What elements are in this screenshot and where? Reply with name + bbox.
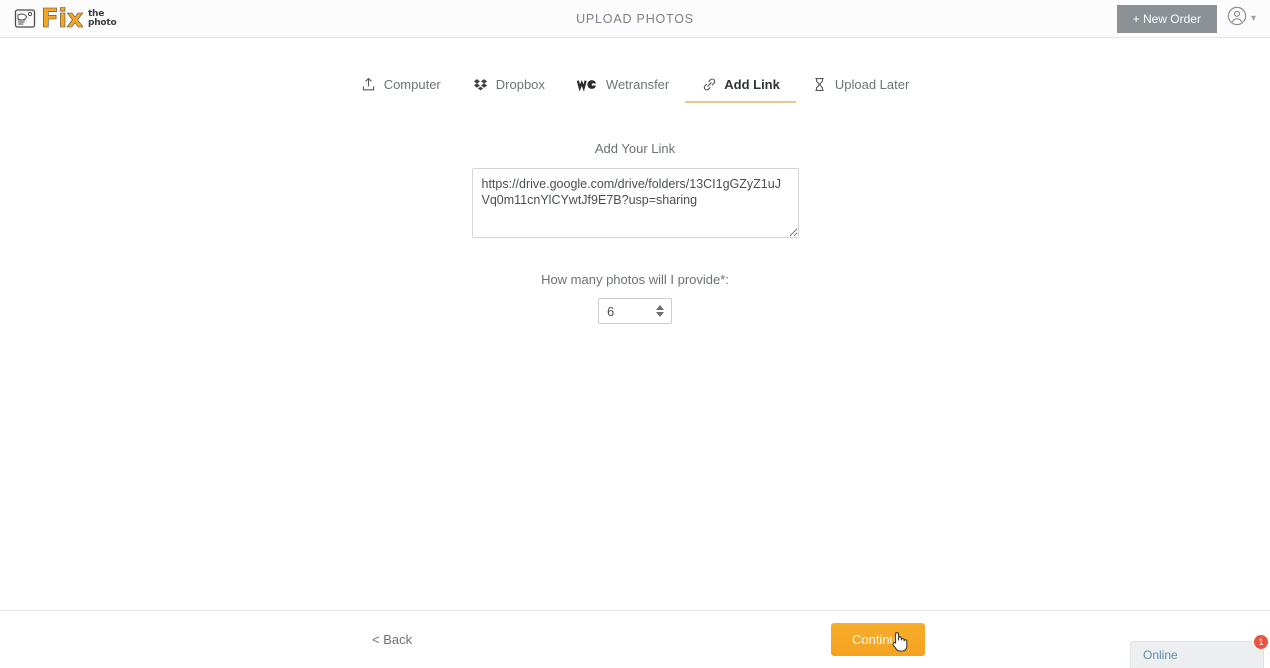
stepper-down-icon[interactable] — [656, 312, 664, 317]
app-header: Fix the photo UPLOAD PHOTOS + New Order … — [0, 0, 1270, 38]
page-title: UPLOAD PHOTOS — [576, 11, 694, 26]
link-field-label: Add Your Link — [594, 141, 676, 156]
continue-button[interactable]: Continue — [831, 623, 925, 656]
link-input[interactable] — [471, 168, 799, 238]
logo-subtext-line2: photo — [87, 18, 117, 28]
user-avatar-icon — [1227, 6, 1247, 31]
header-actions: + New Order ▾ — [1116, 4, 1256, 33]
tab-wetransfer-label: Wetransfer — [605, 76, 670, 92]
tab-upload-later[interactable]: Upload Later — [796, 70, 925, 103]
logo-wordmark: Fix — [41, 3, 84, 34]
wetransfer-icon — [576, 76, 599, 92]
tab-wetransfer[interactable]: Wetransfer — [561, 70, 685, 103]
chat-unread-badge: 1 — [1253, 634, 1269, 650]
tab-upload-later-label: Upload Later — [834, 76, 910, 92]
wizard-footer: < Back Continue — [0, 610, 1270, 668]
account-menu[interactable]: ▾ — [1227, 6, 1256, 31]
tab-add-link-label: Add Link — [724, 76, 780, 92]
tab-computer-label: Computer — [383, 76, 441, 92]
live-chat-widget[interactable]: Online 1 — [1130, 634, 1269, 668]
chevron-down-icon: ▾ — [1250, 12, 1256, 24]
tab-add-link[interactable]: Add Link — [685, 70, 796, 103]
add-link-form: Add Your Link How many photos will I pro… — [0, 141, 1270, 324]
logo-subtext: the photo — [88, 10, 117, 28]
upload-source-tabs: Computer Dropbox Wetransfer Add Link Upl… — [0, 70, 1270, 103]
photo-count-stepper — [598, 298, 672, 324]
upload-icon — [361, 76, 377, 92]
photo-count-label: How many photos will I provide*: — [541, 272, 729, 287]
stepper-arrows[interactable] — [656, 305, 664, 317]
brand-logo[interactable]: Fix the photo — [12, 3, 117, 34]
tab-dropbox[interactable]: Dropbox — [457, 70, 561, 103]
new-order-button[interactable]: + New Order — [1116, 4, 1217, 33]
tab-dropbox-label: Dropbox — [495, 76, 545, 92]
camera-hand-icon — [12, 6, 38, 32]
hourglass-icon — [812, 76, 828, 92]
stepper-up-icon[interactable] — [656, 305, 664, 310]
link-icon — [701, 76, 717, 92]
tab-computer[interactable]: Computer — [345, 70, 457, 103]
chat-status-label: Online — [1143, 648, 1178, 662]
dropbox-icon — [473, 76, 489, 92]
back-button[interactable]: < Back — [372, 632, 412, 647]
